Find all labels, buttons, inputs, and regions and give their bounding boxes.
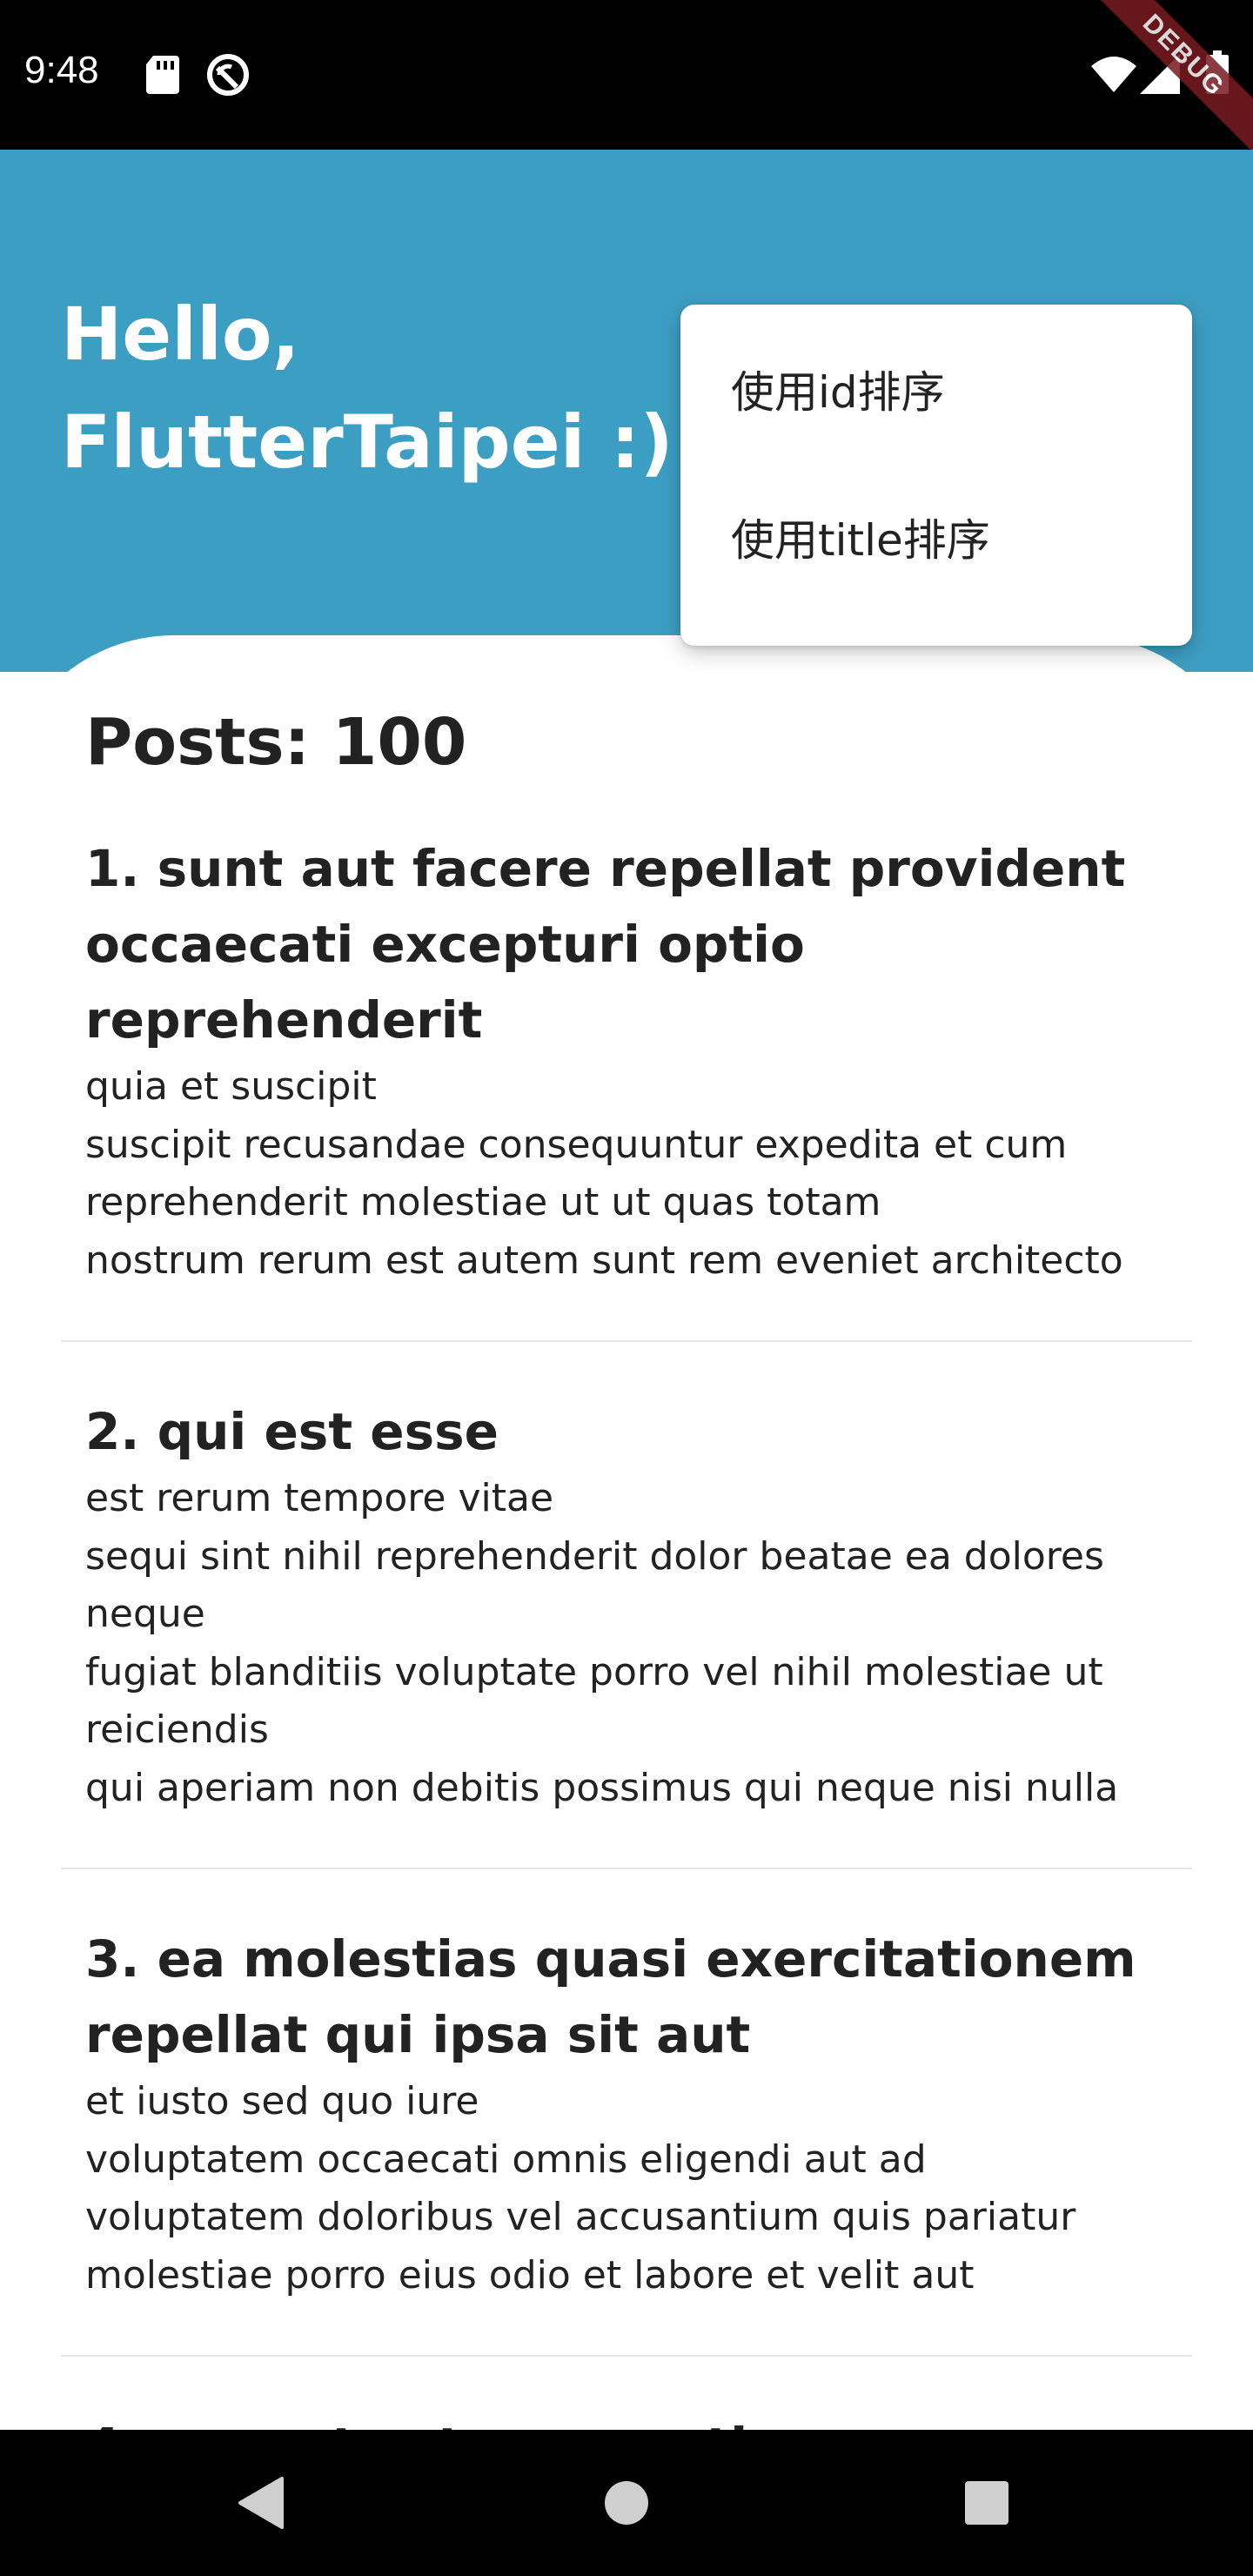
wifi-icon (1091, 56, 1136, 96)
post-body: est rerum tempore vitae sequi sint nihil… (85, 1476, 1119, 1810)
app-screen: 9:48 DEBUG Hello, FlutterTaipei:) Posts… (0, 0, 1253, 2576)
home-icon[interactable] (604, 2480, 649, 2529)
navigation-bar (0, 2430, 1253, 2576)
posts-count: Posts: 100 (85, 705, 467, 780)
back-icon[interactable] (238, 2477, 284, 2532)
posts-panel[interactable]: Posts: 100 1. sunt aut facere repellat p… (0, 635, 1253, 2437)
post-title: 1. sunt aut facere repellat provident oc… (85, 839, 1126, 1050)
menu-item-sort-by-id[interactable]: 使用id排序 (680, 315, 1192, 463)
sort-popup-menu: 使用id排序 使用title排序 (680, 305, 1192, 646)
list-item[interactable]: 1. sunt aut facere repellat provident oc… (61, 831, 1192, 1342)
list-item[interactable]: 2. qui est esse est rerum tempore vitae … (61, 1394, 1192, 1869)
sd-card-icon (146, 56, 179, 97)
post-list[interactable]: 1. sunt aut facere repellat provident oc… (61, 831, 1192, 2437)
recents-icon[interactable] (964, 2480, 1009, 2529)
post-title: 2. qui est esse (85, 1402, 499, 1461)
menu-item-sort-by-title[interactable]: 使用title排序 (680, 463, 1192, 611)
post-body: quia et suscipit suscipit recusandae con… (85, 1064, 1123, 1283)
greeting-title: Hello, FlutterTaipei :) (61, 292, 673, 485)
post-title: 3. ea molestias quasi exercitationem rep… (85, 1929, 1136, 2064)
list-item[interactable]: 3. ea molestias quasi exercitationem rep… (61, 1922, 1192, 2357)
status-time: 9:48 (24, 49, 99, 91)
post-body: et iusto sed quo iure voluptatem occaeca… (85, 2079, 1076, 2298)
sync-icon (205, 52, 251, 101)
status-bar: 9:48 DEBUG (0, 0, 1253, 162)
